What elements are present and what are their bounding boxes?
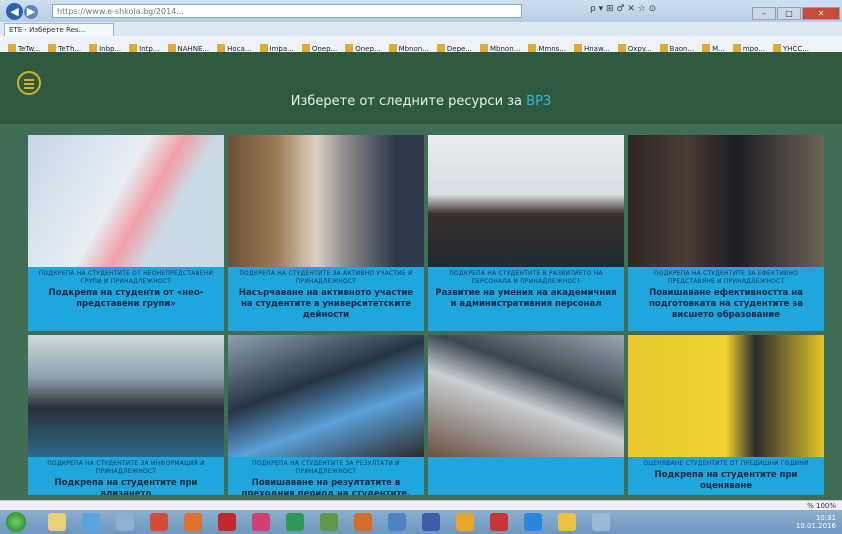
page-title: Изберете от следните ресурси за ВРЗ [0,94,842,109]
favorite-icon [129,44,138,52]
caption-category: ПОДКРЕПА НА СТУДЕНТИТЕ ЗА АКТИВНО УЧАСТИ… [239,270,413,285]
address-tools[interactable]: ρ ▾ ⊞ ♂ ✕ ☆ ⊙ [590,4,656,14]
favorite-icon [388,44,397,52]
caption-title[interactable]: Подкрепа на студентите при влизането [32,478,220,495]
favorite-icon [659,44,668,52]
pdf-icon[interactable] [218,513,236,531]
folder-icon[interactable] [48,513,66,531]
title-accent: ВРЗ [526,94,552,109]
page-header: Изберете от следните ресурси за ВРЗ [0,52,842,124]
favorite-icon [48,44,57,52]
resource-photo [628,335,824,457]
resource-card[interactable]: ПОДКРЕПА НА СТУДЕНТИТЕ ЗА ИНФОРМАЦИЯ И П… [28,335,224,495]
resource-card[interactable]: ОЦЕНЯВАНЕ СТУДЕНТИТЕ ОТ ПРЕДИШНИ ГОДИНИ П… [628,335,824,495]
resource-photo [28,335,224,457]
app-red-icon[interactable] [150,513,168,531]
app-gray-icon[interactable] [592,513,610,531]
resource-caption: ПОДКРЕПА НА СТУДЕНТИТЕ ЗА РЕЗУЛТАТИ И ПР… [228,457,424,495]
resource-photo [28,135,224,267]
system-tray[interactable]: 10:31 10.01.2016 [796,514,836,530]
word-icon[interactable] [388,513,406,531]
resource-card[interactable] [428,335,624,495]
caption-category: ПОДКРЕПА НА СТУДЕНТИТЕ ОТ НЕОНЕПРЕДСТАВЕ… [38,270,214,285]
address-bar[interactable]: https://www.e-shkola.bg/2014... [52,4,522,18]
favorite-icon [8,44,16,52]
taskbar: 10:31 10.01.2016 [0,510,842,534]
resource-caption: ПОДКРЕПА НА СТУДЕНТИТЕ ЗА АКТИВНО УЧАСТИ… [228,267,424,331]
caption-title[interactable]: Повишаване на резултатите в преходния пе… [232,478,420,495]
back-icon[interactable]: ◀ [6,3,23,20]
caption-title[interactable]: Подкрепа на студентите при оценяване [632,470,820,492]
favorite-icon [89,44,98,52]
app-red2-icon[interactable] [490,513,508,531]
browser-tab[interactable]: ETE - Изберете Res... [4,23,114,36]
resource-photo [428,335,624,457]
app-pink-icon[interactable] [252,513,270,531]
caption-category: ПОДКРЕПА НА СТУДЕНТИТЕ ЗА ЕФЕКТИВНО ПРЕД… [653,270,799,285]
caption-title[interactable]: Насърчаване на активното участие на студ… [232,288,420,321]
favorite-icon [301,44,310,52]
network-icon[interactable] [116,513,134,531]
favorite-icon [436,44,445,52]
skype-icon[interactable] [524,513,542,531]
clock-date: 10.01.2016 [795,522,836,530]
window-controls: – □ ✕ [751,1,840,20]
tab-row: ETE - Изберете Res... [0,22,842,36]
chrome-icon[interactable] [558,513,576,531]
favorite-icon [217,44,226,52]
resource-card[interactable]: ПОДКРЕПА НА СТУДЕНТИТЕ ЗА РЕЗУЛТАТИ И ПР… [228,335,424,495]
maximize-icon[interactable]: □ [777,7,801,20]
favorite-icon [345,44,354,52]
favorites-bar: TeTw... TeTh... Inbp... Intp... NAHNE... Hoca… [0,36,842,53]
resource-photo [228,135,424,267]
resource-card[interactable]: ПОДКРЕПА НА СТУДЕНТИТЕ ЗА АКТИВНО УЧАСТИ… [228,135,424,331]
favorite-icon [702,44,711,52]
favorite-icon [732,44,741,52]
favorite-icon [480,44,489,52]
caption-category: ПОДКРЕПА НА СТУДЕНТИТЕ ЗА ИНФОРМАЦИЯ И П… [47,460,205,475]
close-icon[interactable]: ✕ [802,7,840,20]
app-orange-icon[interactable] [184,513,202,531]
forward-icon[interactable]: ▶ [24,5,38,19]
resource-caption [428,457,624,495]
resource-caption: ПОДКРЕПА НА СТУДЕНТИТЕ ЗА ИНФОРМАЦИЯ И П… [28,457,224,495]
resource-caption: ОЦЕНЯВАНЕ СТУДЕНТИТЕ ОТ ПРЕДИШНИ ГОДИНИ П… [628,457,824,495]
caption-category: ПОДКРЕПА НА СТУДЕНТИТЕ В РАЗВИТИЕТО НА П… [449,270,603,285]
menu-icon[interactable] [17,71,41,95]
caption-title[interactable]: Повишаване ефективността на подготовката… [632,288,820,321]
favorite-icon [772,44,781,52]
browser-titlebar: ◀ ▶ https://www.e-shkola.bg/2014... ρ ▾ … [0,0,842,22]
favorite-icon [573,44,582,52]
favorite-icon [528,44,537,52]
favorite-icon [259,44,268,52]
caption-title[interactable]: Подкрепа на студенти от «нео-представени… [32,288,220,310]
excel-icon[interactable] [320,513,338,531]
caption-category: ПОДКРЕПА НА СТУДЕНТИТЕ ЗА РЕЗУЛТАТИ И ПР… [252,460,400,475]
caption-category: ОЦЕНЯВАНЕ СТУДЕНТИТЕ ОТ ПРЕДИШНИ ГОДИНИ [643,460,809,467]
start-icon[interactable] [6,512,26,532]
resource-photo [428,135,624,267]
resource-caption: ПОДКРЕПА НА СТУДЕНТИТЕ ОТ НЕОНЕПРЕДСТАВЕ… [28,267,224,331]
favorite-icon [167,44,176,52]
browser-icon[interactable] [82,513,100,531]
clock-time: 10:31 [815,514,836,522]
resource-card[interactable]: ПОДКРЕПА НА СТУДЕНТИТЕ ЗА ЕФЕКТИВНО ПРЕД… [628,135,824,331]
resource-caption: ПОДКРЕПА НА СТУДЕНТИТЕ В РАЗВИТИЕТО НА П… [428,267,624,331]
resource-photo [628,135,824,267]
app-green-icon[interactable] [286,513,304,531]
resource-photo [228,335,424,457]
caption-title[interactable]: Развитие на умения на академичния и адми… [432,288,620,310]
app-blue-icon[interactable] [422,513,440,531]
favorite-icon [617,44,626,52]
resource-card[interactable]: ПОДКРЕПА НА СТУДЕНТИТЕ В РАЗВИТИЕТО НА П… [428,135,624,331]
resource-card[interactable]: ПОДКРЕПА НА СТУДЕНТИТЕ ОТ НЕОНЕПРЕДСТАВЕ… [28,135,224,331]
nav-buttons: ◀ ▶ [6,3,40,21]
minimize-icon[interactable]: – [752,7,776,20]
app-yellow-icon[interactable] [456,513,474,531]
title-prefix: Изберете от следните ресурси за [290,94,523,109]
powerpoint-icon[interactable] [354,513,372,531]
resource-caption: ПОДКРЕПА НА СТУДЕНТИТЕ ЗА ЕФЕКТИВНО ПРЕД… [628,267,824,331]
